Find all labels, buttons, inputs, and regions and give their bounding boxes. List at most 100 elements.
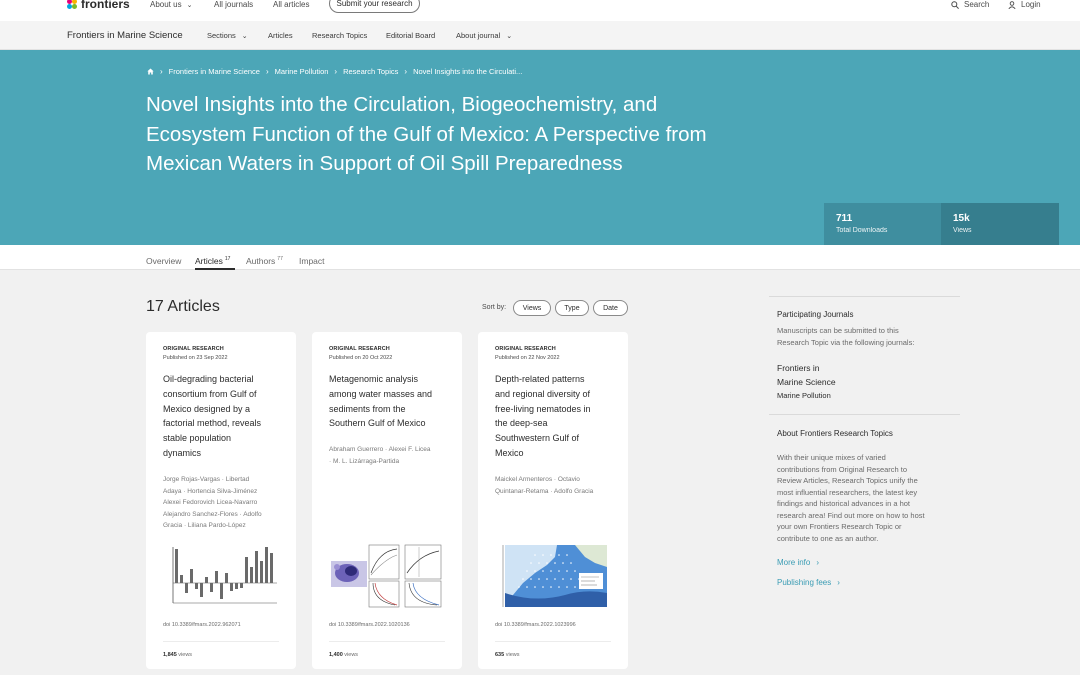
search-icon [951, 0, 959, 9]
journal-name-link[interactable]: Frontiers in Marine Science [67, 30, 183, 41]
about-us-menu[interactable]: About us ⌄ [150, 0, 192, 9]
article-authors: Maickel Armenteros · Octavio Quintanar-R… [495, 474, 617, 497]
about-journal-menu[interactable]: About journal ⌄ [456, 31, 512, 40]
article-views-count: 1,845 [163, 652, 177, 658]
more-info-link[interactable]: More info › [777, 558, 819, 567]
sort-type-button[interactable]: Type [555, 300, 589, 316]
article-author-line: Maickel Armenteros · Octavio [495, 476, 580, 483]
tab-authors-label: Authors [246, 256, 276, 266]
participating-journal-line: Frontiers in [777, 363, 820, 373]
research-topic-hero: › Frontiers in Marine Science › Marine P… [0, 50, 1080, 245]
article-title-line: Southern Gulf of Mexico [329, 418, 426, 429]
participating-text-line: Research Topic via the following journal… [777, 337, 915, 347]
article-title[interactable]: Oil-degrading bacterial consortium from … [163, 372, 281, 461]
sidebar-divider [769, 296, 960, 297]
search-button[interactable]: Search [951, 0, 989, 9]
article-type: ORIGINAL RESEARCH [163, 346, 224, 352]
publishing-fees-link[interactable]: Publishing fees › [777, 578, 840, 587]
article-doi[interactable]: doi 10.3389/fmars.2022.1023996 [495, 622, 576, 628]
more-info-label: More info [777, 558, 811, 567]
user-icon [1008, 0, 1016, 9]
card-divider [329, 641, 445, 642]
chevron-right-icon: › [265, 67, 269, 76]
article-author-line: Adaya · Hortencia Silva-Jiménez [163, 487, 258, 495]
sort-views-button[interactable]: Views [513, 300, 551, 316]
editorial-board-nav-link[interactable]: Editorial Board [386, 31, 435, 40]
chevron-right-icon: › [837, 578, 840, 587]
card-divider [495, 641, 611, 642]
article-doi[interactable]: doi 10.3389/fmars.2022.1020136 [329, 622, 410, 628]
page-title-line: Novel Insights into the Circulation, Bio… [146, 93, 658, 116]
article-authors: Jorge Rojas-Vargas · Libertad Adaya · Ho… [163, 474, 285, 532]
participating-journal-link[interactable]: Frontiers in Marine Science [777, 362, 836, 389]
chevron-down-icon: ⌄ [186, 2, 193, 9]
about-text-line: research area! Find out more on how to h… [777, 510, 925, 520]
article-author-line: Alejandro Sanchez-Flores · Adolfo [163, 510, 262, 518]
article-title-line: Metagenomic analysis [329, 374, 419, 384]
article-author-line: Gracia · Liliana Pardo-López [163, 522, 246, 529]
chevron-right-icon: › [160, 67, 163, 76]
sort-date-button[interactable]: Date [593, 300, 628, 316]
top-navigation-bar: frontiers About us ⌄ All journals All art… [0, 0, 1080, 21]
active-tab-indicator [195, 268, 235, 270]
tab-articles[interactable]: Articles 17 [195, 256, 230, 266]
journal-navigation-bar: Frontiers in Marine Science Sections ⌄ Ar… [0, 21, 1080, 50]
article-thumbnail-bar-figure [163, 543, 277, 609]
article-card[interactable]: ORIGINAL RESEARCH Published on 22 Nov 20… [478, 332, 628, 669]
article-title-line: the deep-sea [495, 418, 548, 429]
research-topics-nav-link[interactable]: Research Topics [312, 31, 367, 40]
tab-authors[interactable]: Authors 77 [246, 256, 283, 266]
article-views: 635 views [495, 652, 519, 658]
article-author-line: Abraham Guerrero · Alexei F. Licea [329, 446, 431, 453]
article-title[interactable]: Metagenomic analysis among water masses … [329, 372, 447, 431]
articles-heading: 17 Articles [146, 298, 220, 315]
frontiers-logo[interactable]: frontiers [67, 0, 130, 11]
article-title-line: Southwestern Gulf of [495, 433, 580, 444]
sort-by-label: Sort by: [482, 304, 507, 311]
participating-text-line: Manuscripts can be submitted to this [777, 326, 899, 335]
article-title[interactable]: Depth-related patterns and regional dive… [495, 372, 613, 461]
downloads-value: 711 [836, 213, 853, 224]
article-published-date: Published on 20 Oct 2022 [329, 355, 393, 361]
participating-journal-line: Marine Science [777, 376, 836, 387]
article-views-word: views [178, 652, 193, 658]
article-views: 1,400 views [329, 652, 358, 658]
tab-articles-count: 17 [224, 256, 231, 263]
article-title-line: Oil-degrading bacterial [163, 374, 254, 384]
article-card[interactable]: ORIGINAL RESEARCH Published on 20 Oct 20… [312, 332, 462, 669]
breadcrumb-section[interactable]: Marine Pollution [275, 67, 329, 76]
frontiers-logo-text: frontiers [81, 0, 130, 11]
article-type: ORIGINAL RESEARCH [329, 346, 390, 352]
about-text-line: With their unique mixes of varied [777, 453, 886, 462]
articles-nav-link[interactable]: Articles [268, 31, 293, 40]
topic-tabs: Overview Articles 17 Authors 77 Impact [0, 245, 1080, 270]
frontiers-logo-icon [67, 0, 77, 9]
tab-overview[interactable]: Overview [146, 256, 181, 266]
login-button[interactable]: Login [1008, 0, 1041, 9]
views-stat: 15k Views [941, 203, 1059, 245]
article-title-line: among water masses and [329, 388, 433, 399]
chevron-right-icon: › [404, 67, 408, 76]
article-thumbnail-multipanel-figure [329, 543, 443, 609]
page-title-line: Mexican Waters in Support of Oil Spill P… [146, 152, 623, 175]
article-title-line: Mexico designed by a [163, 403, 251, 414]
chevron-right-icon: › [334, 67, 338, 76]
tab-authors-count: 77 [277, 256, 283, 263]
home-icon[interactable] [147, 68, 154, 75]
all-articles-link[interactable]: All articles [273, 0, 309, 9]
breadcrumb-journal[interactable]: Frontiers in Marine Science [169, 67, 260, 76]
all-journals-link[interactable]: All journals [214, 0, 253, 9]
article-views-word: views [505, 652, 520, 658]
article-title-line: factorial method, reveals [163, 418, 262, 429]
about-text-line: Review Articles, Research Topics unify t… [777, 476, 918, 485]
breadcrumb-research-topics[interactable]: Research Topics [343, 67, 398, 76]
article-title-line: free-living nematodes in [495, 403, 591, 414]
page-title-line: Ecosystem Function of the Gulf of Mexico… [146, 122, 707, 146]
submit-research-button[interactable]: Submit your research [329, 0, 420, 13]
article-card[interactable]: ORIGINAL RESEARCH Published on 23 Sep 20… [146, 332, 296, 669]
about-journal-label: About journal [456, 31, 501, 40]
article-doi[interactable]: doi 10.3389/fmars.2022.962071 [163, 622, 241, 628]
article-views: 1,845 views [163, 652, 192, 658]
sections-menu[interactable]: Sections ⌄ [207, 31, 248, 40]
tab-impact[interactable]: Impact [299, 256, 325, 266]
